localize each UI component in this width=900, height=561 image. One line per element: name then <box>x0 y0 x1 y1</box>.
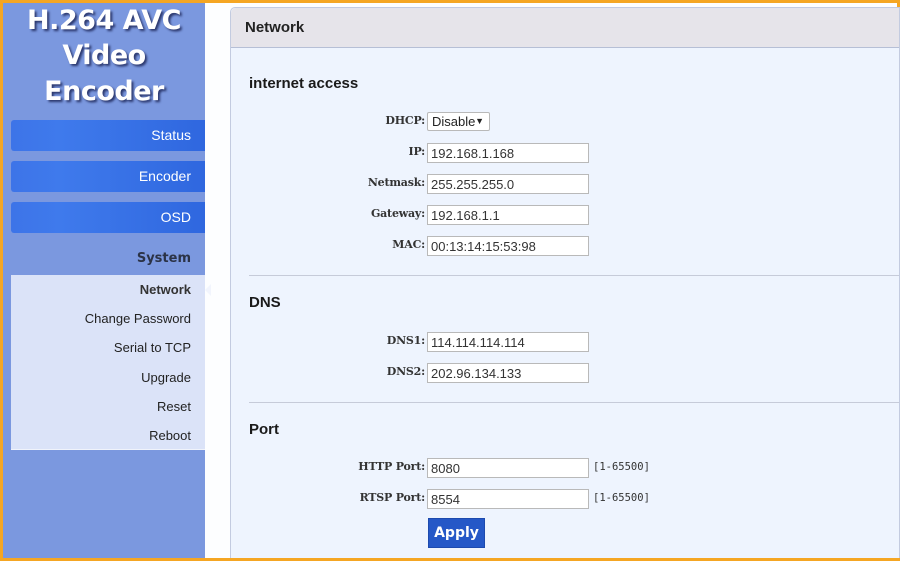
dhcp-select-value: Disable <box>432 114 476 129</box>
dns1-input[interactable] <box>427 332 589 352</box>
nav-osd[interactable]: OSD <box>11 202 205 233</box>
sidebar: H.264 AVC Video Encoder Status Encoder O… <box>3 3 211 558</box>
gateway-label: Gateway: <box>370 207 425 220</box>
nav-group-system[interactable]: System <box>11 245 205 273</box>
gateway-row: Gateway: <box>231 205 900 225</box>
section-dns-title: DNS <box>249 294 281 311</box>
mac-input[interactable] <box>427 236 589 256</box>
section-internet-access-title: internet access <box>249 75 359 92</box>
brand-logo: H.264 AVC Video Encoder <box>3 3 205 110</box>
section-port-title: Port <box>249 421 279 438</box>
http-port-row: HTTP Port: [1-65500] <box>231 458 900 478</box>
dns2-input[interactable] <box>427 363 589 383</box>
dropdown-arrow-icon: ▼ <box>475 116 484 126</box>
dns2-label: DNS2: <box>386 365 425 378</box>
subnav-reboot[interactable]: Reboot <box>11 421 205 450</box>
section-divider <box>249 275 899 276</box>
netmask-input[interactable] <box>427 174 589 194</box>
brand-line-1: H.264 AVC <box>27 5 181 36</box>
http-port-label: HTTP Port: <box>358 460 425 473</box>
network-panel: Network internet access DHCP: Disable ▼ … <box>230 7 900 561</box>
mac-row: MAC: <box>231 236 900 256</box>
subnav-network[interactable]: Network <box>11 275 211 304</box>
rtsp-port-label: RTSP Port: <box>359 491 426 504</box>
dhcp-label: DHCP: <box>385 114 425 127</box>
rtsp-port-input[interactable] <box>427 489 589 509</box>
apply-button[interactable]: Apply <box>428 518 485 548</box>
system-subnav: Network Change Password Serial to TCP Up… <box>11 275 211 450</box>
http-port-range-hint: [1-65500] <box>593 461 650 473</box>
ip-input[interactable] <box>427 143 589 163</box>
nav-encoder[interactable]: Encoder <box>11 161 205 192</box>
nav-status[interactable]: Status <box>11 120 205 151</box>
mac-label: MAC: <box>392 238 425 251</box>
gateway-input[interactable] <box>427 205 589 225</box>
dhcp-row: DHCP: Disable ▼ <box>231 112 900 132</box>
dns1-label: DNS1: <box>386 334 425 347</box>
netmask-label: Netmask: <box>367 176 425 189</box>
subnav-upgrade[interactable]: Upgrade <box>11 363 205 392</box>
active-caret-icon <box>205 284 211 296</box>
http-port-input[interactable] <box>427 458 589 478</box>
subnav-change-password[interactable]: Change Password <box>11 304 205 333</box>
subnav-serial-to-tcp[interactable]: Serial to TCP <box>11 333 205 362</box>
section-divider <box>249 402 899 403</box>
subnav-reset[interactable]: Reset <box>11 392 205 421</box>
panel-title: Network <box>231 8 899 48</box>
dhcp-select[interactable]: Disable ▼ <box>427 112 490 131</box>
dns2-row: DNS2: <box>231 363 900 383</box>
ip-row: IP: <box>231 143 900 163</box>
netmask-row: Netmask: <box>231 174 900 194</box>
dns1-row: DNS1: <box>231 332 900 352</box>
brand-line-2: Video Encoder <box>44 40 164 107</box>
subnav-network-label: Network <box>139 282 191 297</box>
ip-label: IP: <box>408 145 426 158</box>
main-nav: Status Encoder OSD <box>11 120 205 243</box>
rtsp-port-row: RTSP Port: [1-65500] <box>231 489 900 509</box>
rtsp-port-range-hint: [1-65500] <box>593 492 650 504</box>
